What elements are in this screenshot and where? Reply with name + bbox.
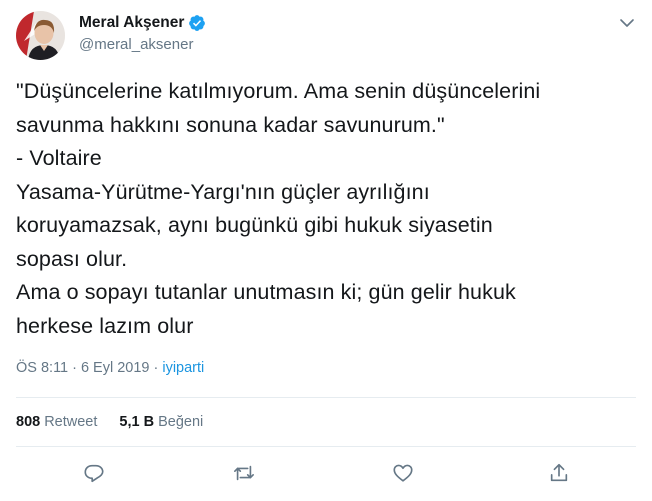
tweet-text-line: "Düşüncelerine katılmıyorum. Ama senin d… (16, 79, 541, 103)
profile-photo (16, 11, 65, 60)
like-icon[interactable] (392, 462, 414, 484)
meta-separator: · (153, 360, 159, 376)
reply-icon[interactable] (83, 462, 105, 484)
display-name[interactable]: Meral Akşener (79, 14, 184, 32)
tweet-text-line: - Voltaire (16, 146, 102, 170)
tweet-text-line: herkese lazım olur (16, 313, 194, 338)
tweet-text: "Düşüncelerine katılmıyorum. Ama senin d… (16, 75, 636, 343)
engagement-stats: 808 Retweet 5,1 B Beğeni (16, 414, 225, 430)
divider (16, 446, 636, 447)
tweet-text-line: koruyamazsak, aynı bugünkü gibi hukuk si… (16, 213, 493, 237)
tweet-text-line: savunma hakkını sonuna kadar savunurum." (16, 112, 445, 137)
retweets-count: 808 (16, 414, 41, 430)
verified-badge-icon (188, 14, 206, 32)
tweet-card: Meral Akşener @meral_aksener "Düşünceler… (0, 0, 652, 501)
chevron-down-icon[interactable] (618, 14, 636, 32)
handle[interactable]: @meral_aksener (79, 36, 206, 53)
meta-separator: · (72, 360, 77, 376)
avatar[interactable] (16, 11, 65, 60)
name-row: Meral Akşener (79, 13, 206, 33)
tweet-text-line: sopası olur. (16, 246, 128, 271)
tweet-time[interactable]: ÖS 8:11 (16, 360, 68, 376)
tweet-meta: ÖS 8:11 · 6 Eyl 2019 · iyiparti (16, 360, 204, 376)
retweet-icon[interactable] (233, 462, 255, 484)
share-icon[interactable] (548, 462, 570, 484)
tweet-text-line: Ama o sopayı tutanlar unutmasın ki; gün … (16, 280, 516, 304)
divider (16, 397, 636, 398)
retweets-label: Retweet (44, 414, 98, 430)
likes-stat[interactable]: 5,1 B Beğeni (119, 414, 203, 430)
author-info: Meral Akşener @meral_aksener (79, 13, 206, 53)
tweet-date[interactable]: 6 Eyl 2019 (81, 360, 150, 376)
tweet-text-line: Yasama-Yürütme-Yargı'nın güçler ayrılığı… (16, 179, 430, 204)
tweet-source-link[interactable]: iyiparti (162, 360, 204, 376)
likes-label: Beğeni (158, 414, 204, 430)
retweets-stat[interactable]: 808 Retweet (16, 414, 97, 430)
action-bar (0, 462, 652, 486)
likes-count: 5,1 B (119, 414, 155, 430)
